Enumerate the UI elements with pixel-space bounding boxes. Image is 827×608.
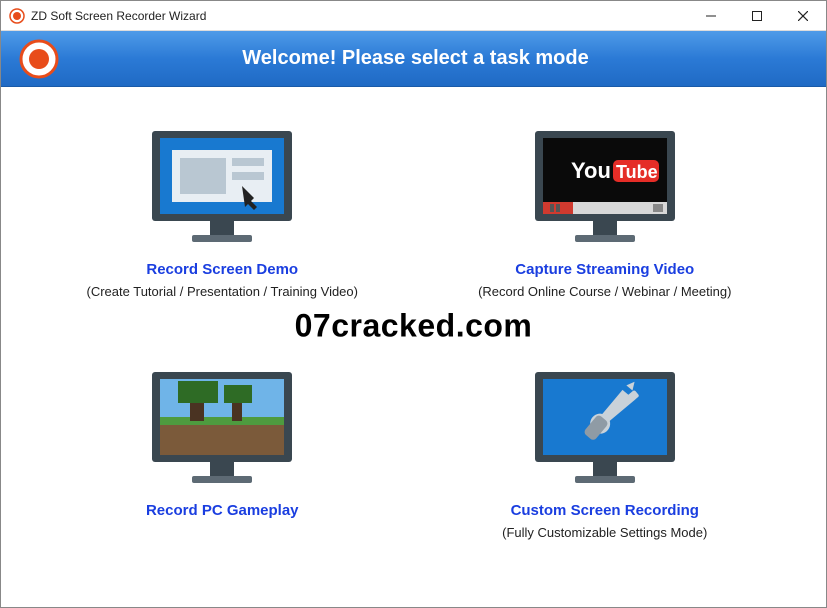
minimize-button[interactable] — [688, 1, 734, 30]
svg-text:Tube: Tube — [616, 162, 658, 182]
option-title: Record PC Gameplay — [146, 502, 299, 519]
close-button[interactable] — [780, 1, 826, 30]
option-sub: (Record Online Course / Webinar / Meetin… — [478, 284, 731, 299]
record-logo-icon — [19, 39, 59, 79]
titlebar: ZD Soft Screen Recorder Wizard — [1, 1, 826, 31]
option-record-demo[interactable]: Record Screen Demo (Create Tutorial / Pr… — [41, 117, 404, 346]
custom-monitor-icon — [525, 362, 685, 492]
option-custom-recording[interactable]: Custom Screen Recording (Fully Customiza… — [424, 358, 787, 587]
option-title: Record Screen Demo — [146, 261, 298, 278]
gameplay-monitor-icon — [142, 362, 302, 492]
window-title: ZD Soft Screen Recorder Wizard — [31, 9, 688, 23]
streaming-monitor-icon: You Tube — [525, 121, 685, 251]
demo-monitor-icon — [142, 121, 302, 251]
window-controls — [688, 1, 826, 30]
options-grid: Record Screen Demo (Create Tutorial / Pr… — [41, 117, 786, 587]
header-bar: Welcome! Please select a task mode — [1, 31, 826, 87]
welcome-text: Welcome! Please select a task mode — [77, 47, 808, 70]
svg-text:You: You — [571, 158, 611, 183]
option-sub: (Fully Customizable Settings Mode) — [502, 525, 707, 540]
maximize-button[interactable] — [734, 1, 780, 30]
option-title: Capture Streaming Video — [515, 261, 694, 278]
option-record-gameplay[interactable]: Record PC Gameplay — [41, 358, 404, 587]
option-sub: (Create Tutorial / Presentation / Traini… — [87, 284, 358, 299]
option-capture-streaming[interactable]: You Tube Capture Streaming Video (Record… — [424, 117, 787, 346]
app-icon — [9, 8, 25, 24]
option-title: Custom Screen Recording — [511, 502, 699, 519]
content-area: 07cracked.com Record Screen Demo (Create… — [1, 87, 826, 607]
